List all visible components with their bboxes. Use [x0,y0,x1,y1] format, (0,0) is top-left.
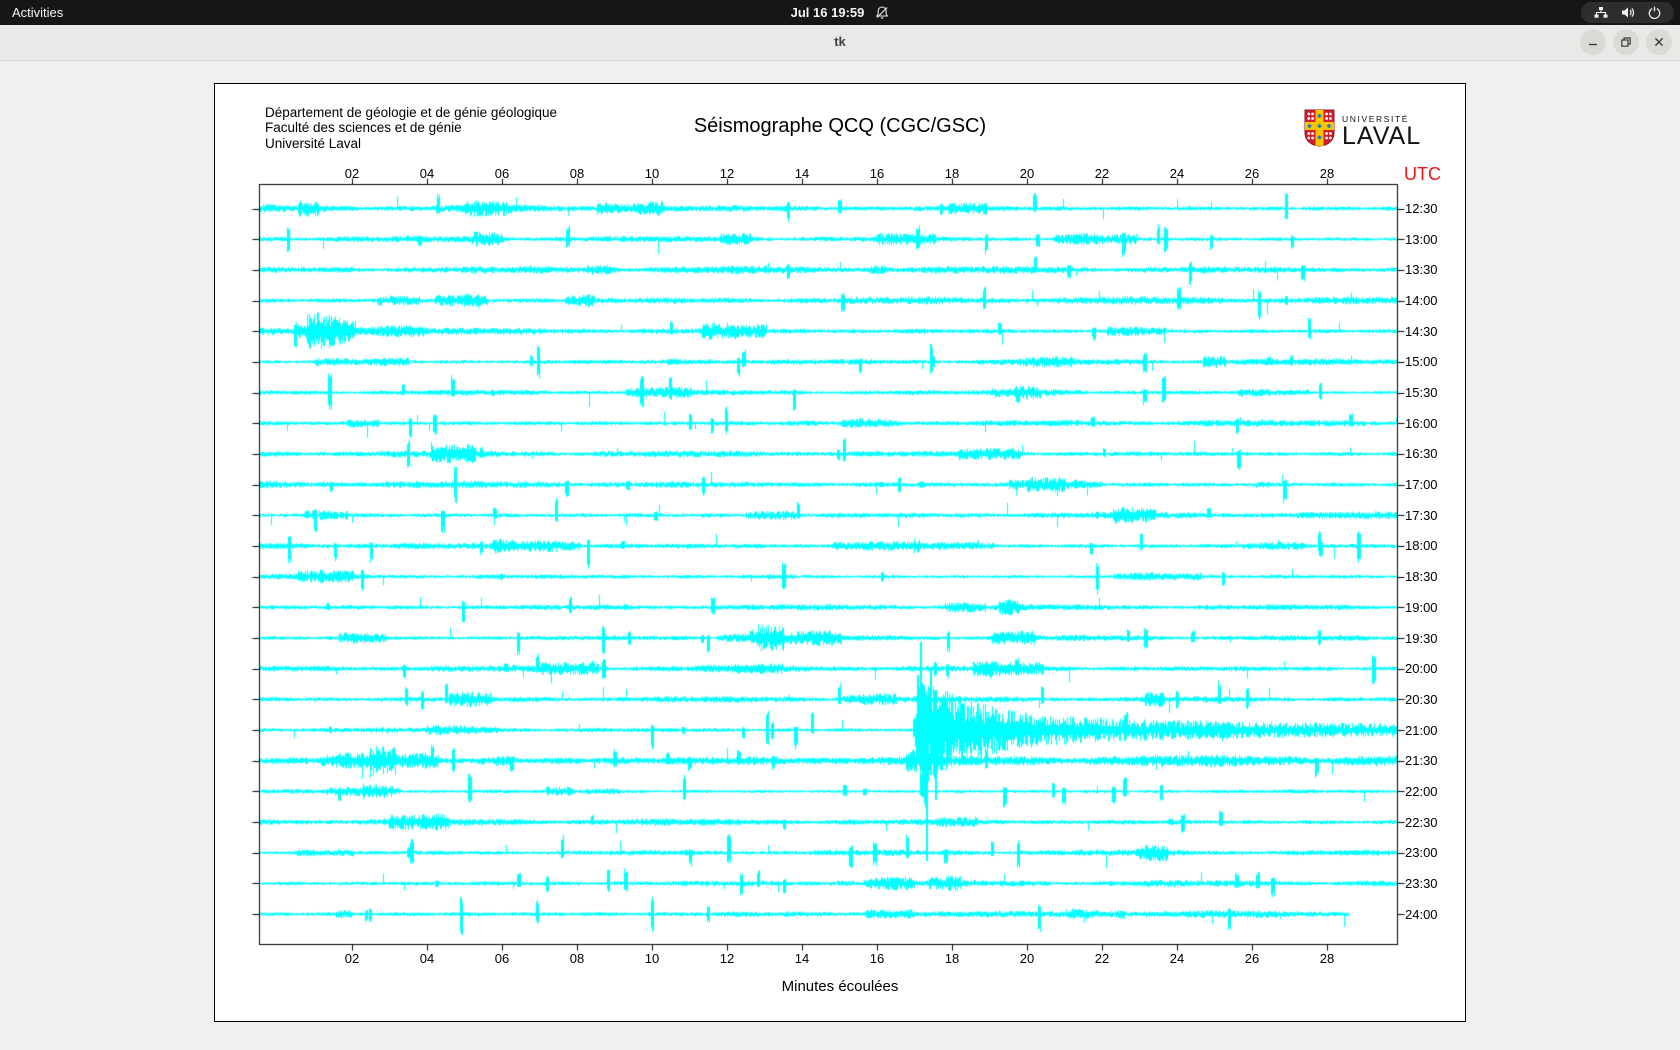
time-row-label: 19:00 [1405,600,1438,615]
time-row-label: 20:00 [1405,661,1438,676]
time-row-label: 23:00 [1405,845,1438,860]
seismograph-panel: Département de géologie et de génie géol… [214,83,1466,1022]
x-tick-label: 28 [1312,166,1342,181]
time-row-label: 15:00 [1405,354,1438,369]
time-row-label: 13:00 [1405,232,1438,247]
x-tick-label: 26 [1237,166,1267,181]
time-row-label: 14:30 [1405,324,1438,339]
time-row-label: 13:30 [1405,262,1438,277]
time-row-label: 21:30 [1405,753,1438,768]
time-row-label: 21:00 [1405,723,1438,738]
time-row-label: 22:30 [1405,815,1438,830]
x-axis-title: Minutes écoulées [215,978,1465,995]
x-tick-label: 16 [862,166,892,181]
x-tick-label: 04 [412,166,442,181]
clock-menu[interactable]: Jul 16 19:59 [791,0,890,25]
x-tick-label: 18 [937,166,967,181]
time-row-label: 12:30 [1405,201,1438,216]
time-row-label: 18:00 [1405,538,1438,553]
x-tick-label: 04 [412,951,442,966]
maximize-button[interactable] [1613,29,1639,55]
x-tick-label: 22 [1087,951,1117,966]
x-tick-label: 02 [337,951,367,966]
x-tick-label: 06 [487,166,517,181]
x-tick-label: 16 [862,951,892,966]
minimize-button[interactable] [1580,29,1606,55]
x-tick-label: 06 [487,951,517,966]
x-tick-label: 20 [1012,166,1042,181]
volume-icon [1621,6,1635,19]
x-tick-label: 24 [1162,951,1192,966]
time-row-label: 17:00 [1405,477,1438,492]
notifications-muted-icon [874,5,889,20]
time-row-label: 16:30 [1405,446,1438,461]
window-titlebar: tk [0,25,1680,61]
x-tick-label: 28 [1312,951,1342,966]
x-tick-label: 20 [1012,951,1042,966]
system-status-area[interactable] [1581,2,1674,23]
time-row-label: 20:30 [1405,692,1438,707]
time-row-label: 19:30 [1405,631,1438,646]
utc-label: UTC [1404,164,1441,185]
x-tick-label: 22 [1087,166,1117,181]
power-icon [1648,6,1661,19]
x-tick-label: 14 [787,166,817,181]
window-title: tk [0,34,1680,49]
time-row-label: 18:30 [1405,569,1438,584]
time-row-label: 23:30 [1405,876,1438,891]
activities-button[interactable]: Activities [0,0,75,25]
x-tick-label: 18 [937,951,967,966]
close-button[interactable] [1646,29,1672,55]
time-row-label: 14:00 [1405,293,1438,308]
tk-window-content: Département de géologie et de génie géol… [0,61,1680,1050]
x-tick-label: 14 [787,951,817,966]
x-tick-label: 24 [1162,166,1192,181]
x-tick-label: 08 [562,166,592,181]
time-row-label: 22:00 [1405,784,1438,799]
x-tick-label: 26 [1237,951,1267,966]
x-tick-label: 10 [637,951,667,966]
time-row-label: 17:30 [1405,508,1438,523]
gnome-top-bar: Activities Tk Jul 16 19:59 [0,0,1680,25]
clock-label: Jul 16 19:59 [791,5,865,20]
helicorder-canvas [215,84,1465,1021]
x-tick-label: 02 [337,166,367,181]
x-tick-label: 12 [712,166,742,181]
x-tick-label: 08 [562,951,592,966]
time-row-label: 16:00 [1405,416,1438,431]
x-tick-label: 12 [712,951,742,966]
time-row-label: 24:00 [1405,907,1438,922]
time-row-label: 15:30 [1405,385,1438,400]
x-tick-label: 10 [637,166,667,181]
network-icon [1594,6,1608,19]
